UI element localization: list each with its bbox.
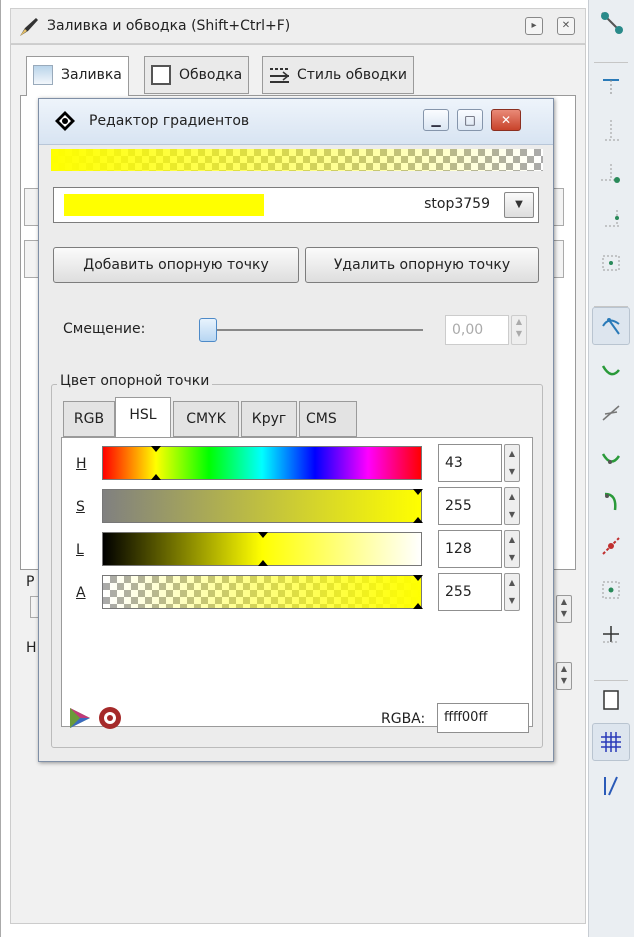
tab-fill-label: Заливка: [61, 67, 122, 83]
tab-stroke-paint[interactable]: Обводка: [144, 56, 250, 94]
gradient-editor-window: Редактор градиентов ▁ □ ✕ stop3759 ▼ Доб…: [38, 98, 554, 762]
gradient-editor-titlebar[interactable]: Редактор градиентов ▁ □ ✕: [39, 99, 553, 145]
gradient-preview: [51, 149, 543, 171]
tab-wheel[interactable]: Круг: [241, 401, 297, 437]
maximize-button[interactable]: □: [457, 109, 483, 131]
tab-hsl[interactable]: HSL: [115, 397, 171, 437]
toolbar-separator: [594, 62, 628, 63]
snap-guide-icon[interactable]: [592, 767, 630, 805]
rgba-input[interactable]: ffff00ff: [437, 703, 529, 733]
snap-object-center-icon[interactable]: [592, 571, 630, 609]
stop-color-label: Цвет опорной точки: [57, 373, 213, 389]
a-label: A: [76, 585, 86, 601]
stroke-style-icon: [270, 68, 289, 83]
snap-smooth-node-icon[interactable]: [592, 439, 630, 477]
dock-title: Заливка и обводка (Shift+Ctrl+F): [47, 18, 291, 34]
offset-label: Смещение:: [63, 321, 146, 337]
dock-header: Заливка и обводка (Shift+Ctrl+F) ▸ ✕: [10, 8, 586, 44]
snap-bbox-midpoint-icon[interactable]: [592, 199, 630, 237]
s-label: S: [76, 499, 85, 515]
fill-stroke-icon: [20, 18, 38, 36]
tab-stroke-style-label: Стиль обводки: [297, 67, 407, 83]
rgba-label: RGBA:: [381, 711, 426, 727]
out-of-gamut-icon: [99, 707, 121, 729]
offset-spin-arrows[interactable]: ▲ ▼: [511, 315, 527, 345]
offset-slider-track[interactable]: [209, 329, 423, 331]
hsl-page: H 43 ▲ ▼ S 255 ▲ ▼ L 128 ▲ ▼ A 255 ▲ ▼: [61, 437, 533, 727]
s-spinbox[interactable]: 255: [438, 487, 502, 525]
tab-cmyk[interactable]: CMYK: [173, 401, 239, 437]
hidden-spin-arrows[interactable]: ▲ ▼: [556, 595, 572, 623]
stop-color-swatch: [64, 194, 264, 216]
snap-bbox-center-icon[interactable]: [592, 243, 630, 281]
tab-stroke-style[interactable]: Стиль обводки: [262, 56, 414, 94]
h-label: H: [76, 456, 87, 472]
gradient-editor-title: Редактор градиентов: [89, 113, 250, 129]
l-spinbox[interactable]: 128: [438, 530, 502, 568]
snap-grid-icon[interactable]: [592, 723, 630, 761]
tab-rgb[interactable]: RGB: [63, 401, 115, 437]
toolbar-separator: [594, 306, 628, 307]
hidden-label: Р: [26, 574, 35, 590]
l-label: L: [76, 542, 84, 558]
snap-bbox-corner-icon[interactable]: [592, 155, 630, 193]
minimize-button[interactable]: ▁: [423, 109, 449, 131]
snap-page-border-icon[interactable]: [592, 681, 630, 719]
tab-cms[interactable]: CMS: [299, 401, 357, 437]
snap-rotation-center-icon[interactable]: [592, 615, 630, 653]
snap-intersection-icon[interactable]: [592, 395, 630, 433]
snap-bbox-icon[interactable]: [592, 67, 630, 105]
snap-toolbar-buttons: [588, 0, 634, 937]
close-button[interactable]: ✕: [491, 109, 521, 131]
l-spin-arrows[interactable]: ▲ ▼: [504, 530, 520, 568]
a-spinbox[interactable]: 255: [438, 573, 502, 611]
delete-stop-button[interactable]: Удалить опорную точку: [305, 247, 539, 283]
h-spinbox[interactable]: 43: [438, 444, 502, 482]
snap-midpoint-icon[interactable]: [592, 527, 630, 565]
snap-nodes-icon[interactable]: [592, 307, 630, 345]
dock-close-button[interactable]: ✕: [557, 17, 575, 35]
add-stop-button[interactable]: Добавить опорную точку: [53, 247, 299, 283]
fill-flat-icon: [33, 65, 53, 85]
snap-enable-icon[interactable]: [592, 3, 630, 41]
snap-path-icon[interactable]: [592, 351, 630, 389]
s-slider[interactable]: [102, 489, 422, 523]
dock-iconify-button[interactable]: ▸: [525, 17, 543, 35]
color-managed-icon: [70, 708, 90, 728]
tab-fill[interactable]: Заливка: [26, 56, 129, 96]
toolbar-separator: [594, 680, 628, 681]
h-slider[interactable]: [102, 446, 422, 480]
inkscape-icon: [55, 111, 75, 131]
offset-slider-thumb[interactable]: [199, 318, 217, 342]
stop-select-combo[interactable]: stop3759 ▼: [53, 187, 539, 223]
tab-stroke-paint-label: Обводка: [179, 67, 243, 83]
h-spin-arrows[interactable]: ▲ ▼: [504, 444, 520, 482]
a-spin-arrows[interactable]: ▲ ▼: [504, 573, 520, 611]
a-slider[interactable]: [102, 575, 422, 609]
offset-spinbox[interactable]: 0,00: [445, 315, 509, 345]
chevron-down-icon[interactable]: ▼: [504, 192, 534, 218]
hidden-label: Н: [26, 640, 37, 656]
snap-bbox-edge-icon[interactable]: [592, 111, 630, 149]
snap-cusp-node-icon[interactable]: [592, 483, 630, 521]
s-spin-arrows[interactable]: ▲ ▼: [504, 487, 520, 525]
hidden-spin-arrows[interactable]: ▲ ▼: [556, 662, 572, 690]
stroke-paint-icon: [151, 65, 171, 85]
stop-name: stop3759: [424, 196, 490, 212]
